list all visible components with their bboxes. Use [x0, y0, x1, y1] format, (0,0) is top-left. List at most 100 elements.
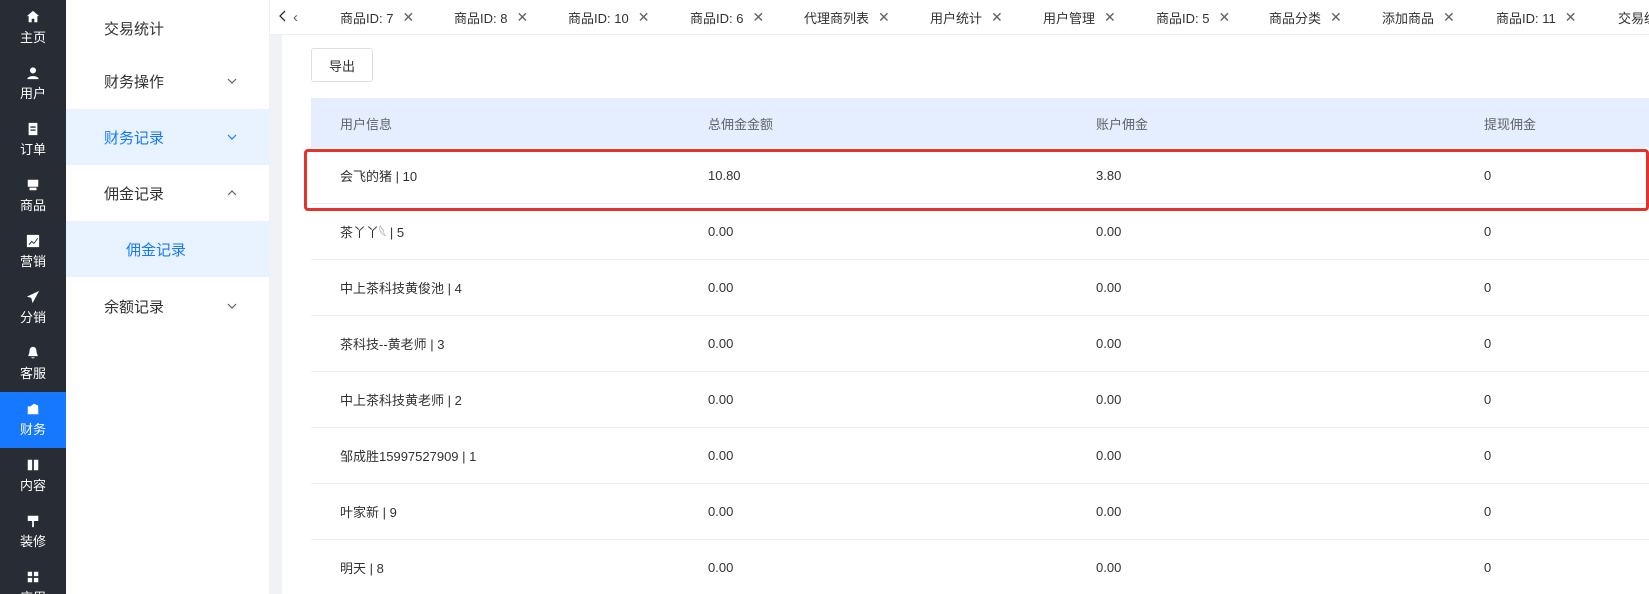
submenu-item-label: 佣金记录 — [126, 241, 187, 259]
nav-item-order[interactable]: 订单 — [0, 112, 66, 168]
cell-user-info: 邹成胜15997527909 | 1 — [340, 449, 477, 464]
table-row[interactable]: 邹成胜15997527909 | 1 0.00 0.00 0 — [311, 428, 1649, 484]
nav-item-label: 订单 — [19, 142, 46, 157]
tab-item[interactable]: 用户管理 ✕ — [1043, 0, 1116, 34]
tab-item[interactable]: 商品ID: 7 ✕ — [340, 0, 414, 34]
tab-item[interactable]: 代理商列表 ✕ — [804, 0, 890, 34]
column-header-total-commission[interactable]: 总佣金金额 — [708, 98, 773, 148]
column-header-account-commission[interactable]: 账户佣金 — [1096, 98, 1148, 148]
tab-item[interactable]: 商品ID: 5 ✕ — [1156, 0, 1230, 34]
close-icon[interactable]: ✕ — [1443, 9, 1455, 26]
nav-item-decoration[interactable]: 装修 — [0, 504, 66, 560]
tab-label: 商品ID: 11 — [1496, 11, 1556, 26]
cell-user-info: 会飞的猪 | 10 — [340, 169, 418, 184]
nav-item-label: 财务 — [19, 422, 46, 437]
nav-item-user[interactable]: 用户 — [0, 56, 66, 112]
table-row[interactable]: 明天 | 8 0.00 0.00 0 — [311, 540, 1649, 594]
product-icon — [27, 179, 39, 191]
nav-item-label: 内容 — [19, 478, 46, 493]
submenu-item-balance-records[interactable]: 余额记录 — [66, 278, 270, 334]
close-icon[interactable]: ✕ — [1330, 9, 1342, 26]
close-icon[interactable]: ✕ — [638, 9, 650, 26]
nav-item-content[interactable]: 内容 — [0, 448, 66, 504]
cell-total-commission: 10.80 — [708, 168, 741, 183]
cell-account-commission: 3.80 — [1096, 168, 1122, 183]
content-gutter — [270, 35, 282, 594]
submenu-item-finance-records[interactable]: 财务记录 — [66, 109, 270, 165]
cell-total-commission: 0.00 — [708, 504, 734, 519]
close-icon[interactable]: ✕ — [878, 9, 890, 26]
tab-item[interactable]: 添加商品 ✕ — [1382, 0, 1455, 34]
close-icon[interactable]: ✕ — [516, 9, 528, 26]
tabs-scroll-left-button[interactable]: ‹ — [293, 9, 298, 26]
column-header-user-info[interactable]: 用户信息 — [340, 98, 392, 148]
nav-item-label: 客服 — [19, 366, 46, 381]
nav-item-apps[interactable]: 应用 — [0, 560, 66, 594]
column-header-withdrawn-commission[interactable]: 提现佣金 — [1484, 98, 1536, 148]
cell-withdrawn-commission: 0 — [1484, 504, 1492, 519]
table-row[interactable]: 茶丫丫𓆩 | 5 0.00 0.00 0 — [311, 204, 1649, 260]
table-row[interactable]: 茶科技--黄老师 | 3 0.00 0.00 0 — [311, 316, 1649, 372]
submenu-item-label: 交易统计 — [104, 20, 165, 38]
tab-label: 商品分类 — [1269, 11, 1322, 26]
grid-icon — [27, 571, 39, 583]
export-button[interactable]: 导出 — [311, 48, 373, 82]
nav-item-label: 装修 — [19, 534, 46, 549]
nav-item-home[interactable]: 主页 — [0, 0, 66, 56]
cell-account-commission: 0.00 — [1096, 504, 1122, 519]
chevron-down-icon — [227, 303, 237, 309]
cell-total-commission: 0.00 — [708, 392, 734, 407]
tab-label: 商品ID: 8 — [454, 11, 508, 26]
tab-label: 交易统计 — [1618, 11, 1649, 26]
close-icon[interactable]: ✕ — [1218, 9, 1230, 26]
table-row[interactable]: 会飞的猪 | 10 10.80 3.80 0 — [311, 148, 1649, 204]
nav-item-product[interactable]: 商品 — [0, 168, 66, 224]
tab-item[interactable]: 商品分类 ✕ — [1269, 0, 1342, 34]
submenu-item-trade-stats[interactable]: 交易统计 — [66, 0, 270, 56]
collapse-menu-icon[interactable] — [278, 10, 288, 22]
book-icon — [27, 459, 39, 471]
close-icon[interactable]: ✕ — [1104, 9, 1116, 26]
close-icon[interactable]: ✕ — [402, 9, 414, 26]
cell-withdrawn-commission: 0 — [1484, 224, 1492, 239]
tab-item[interactable]: 商品ID: 6 ✕ — [690, 0, 764, 34]
nav-item-finance[interactable]: 财务 — [0, 392, 66, 448]
tab-item[interactable]: 商品ID: 8 ✕ — [454, 0, 528, 34]
send-icon — [26, 290, 40, 304]
table-row[interactable]: 叶家新 | 9 0.00 0.00 0 — [311, 484, 1649, 540]
cell-withdrawn-commission: 0 — [1484, 336, 1492, 351]
nav-item-label: 商品 — [19, 198, 46, 213]
cell-account-commission: 0.00 — [1096, 336, 1122, 351]
cell-total-commission: 0.00 — [708, 448, 734, 463]
tab-label: 商品ID: 6 — [690, 11, 744, 26]
cell-account-commission: 0.00 — [1096, 560, 1122, 575]
tab-label: 商品ID: 5 — [1156, 11, 1210, 26]
tab-item[interactable]: 商品ID: 10 ✕ — [568, 0, 650, 34]
cell-total-commission: 0.00 — [708, 224, 734, 239]
cell-total-commission: 0.00 — [708, 280, 734, 295]
submenu-item-finance-ops[interactable]: 财务操作 — [66, 53, 270, 109]
close-icon[interactable]: ✕ — [1565, 9, 1577, 26]
cell-user-info: 茶科技--黄老师 | 3 — [340, 337, 445, 352]
wallet-icon — [27, 403, 39, 415]
nav-item-distribution[interactable]: 分销 — [0, 280, 66, 336]
cell-account-commission: 0.00 — [1096, 392, 1122, 407]
submenu-item-label: 佣金记录 — [104, 185, 165, 203]
cell-account-commission: 0.00 — [1096, 448, 1122, 463]
cell-user-info: 中上茶科技黄老师 | 2 — [340, 393, 462, 408]
close-icon[interactable]: ✕ — [991, 9, 1003, 26]
tab-item[interactable]: 商品ID: 11 ✕ — [1496, 0, 1577, 34]
tab-label: 用户统计 — [930, 11, 983, 26]
submenu-item-commission-records[interactable]: 佣金记录 — [66, 221, 270, 277]
bell-icon — [28, 346, 38, 359]
tab-item[interactable]: 交易统计 — [1618, 0, 1649, 34]
cell-total-commission: 0.00 — [708, 560, 734, 575]
submenu-item-commission-group[interactable]: 佣金记录 — [66, 165, 270, 221]
nav-item-service[interactable]: 客服 — [0, 336, 66, 392]
user-icon — [27, 67, 39, 80]
nav-item-marketing[interactable]: 营销 — [0, 224, 66, 280]
table-row[interactable]: 中上茶科技黄老师 | 2 0.00 0.00 0 — [311, 372, 1649, 428]
close-icon[interactable]: ✕ — [752, 9, 764, 26]
table-row[interactable]: 中上茶科技黄俊池 | 4 0.00 0.00 0 — [311, 260, 1649, 316]
tab-item[interactable]: 用户统计 ✕ — [930, 0, 1003, 34]
